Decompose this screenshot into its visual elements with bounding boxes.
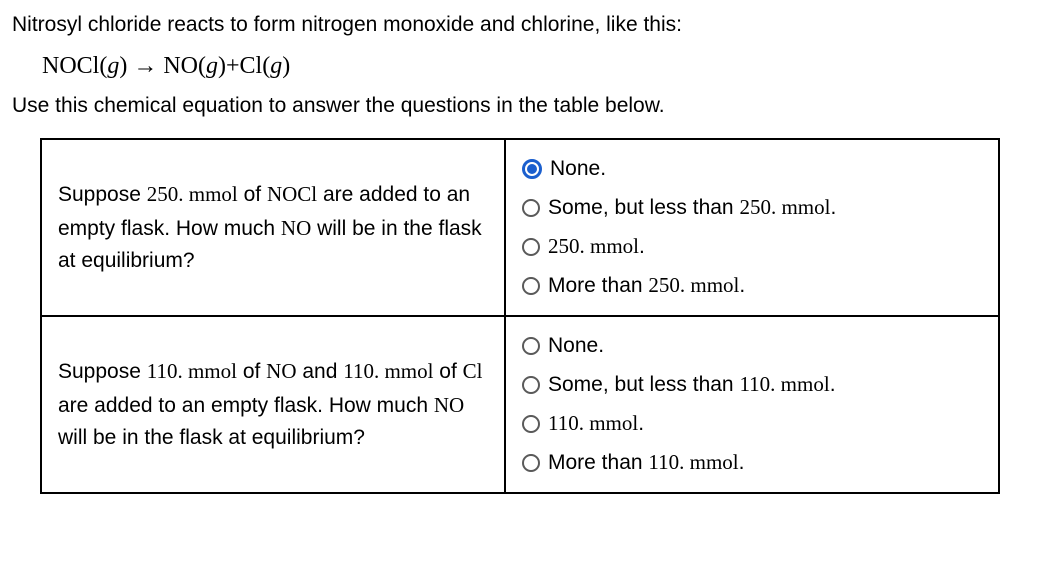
- radio-icon[interactable]: [522, 454, 540, 472]
- option[interactable]: Some, but less than 110. mmol.: [522, 365, 982, 404]
- question-prompt: Suppose 110. mmol of NO and 110. mmol of…: [41, 316, 505, 493]
- question-table: Suppose 250. mmol of NOCl are added to a…: [40, 138, 1000, 494]
- radio-icon[interactable]: [522, 199, 540, 217]
- table-row: Suppose 110. mmol of NO and 110. mmol of…: [41, 316, 999, 493]
- option[interactable]: Some, but less than 250. mmol.: [522, 188, 982, 227]
- option-label: 250. mmol.: [548, 234, 645, 259]
- option-label: None.: [550, 157, 606, 181]
- radio-icon[interactable]: [522, 337, 540, 355]
- option-label: More than 250. mmol.: [548, 273, 745, 298]
- option[interactable]: None.: [522, 150, 982, 188]
- table-row: Suppose 250. mmol of NOCl are added to a…: [41, 139, 999, 316]
- chemical-equation: NOCl(g) → NO(g)+Cl(g): [42, 53, 1036, 80]
- option[interactable]: None.: [522, 327, 982, 365]
- radio-icon[interactable]: [522, 159, 542, 179]
- option-label: 110. mmol.: [548, 411, 644, 436]
- option-label: Some, but less than 250. mmol.: [548, 195, 836, 220]
- option-label: More than 110. mmol.: [548, 450, 744, 475]
- intro-text: Nitrosyl chloride reacts to form nitroge…: [12, 10, 1036, 39]
- question-options: None. Some, but less than 250. mmol. 250…: [505, 139, 999, 316]
- radio-icon[interactable]: [522, 376, 540, 394]
- option[interactable]: 250. mmol.: [522, 227, 982, 266]
- question-options: None. Some, but less than 110. mmol. 110…: [505, 316, 999, 493]
- question-prompt: Suppose 250. mmol of NOCl are added to a…: [41, 139, 505, 316]
- radio-icon[interactable]: [522, 415, 540, 433]
- option-label: None.: [548, 334, 604, 358]
- option[interactable]: More than 250. mmol.: [522, 266, 982, 305]
- option[interactable]: More than 110. mmol.: [522, 443, 982, 482]
- radio-icon[interactable]: [522, 277, 540, 295]
- option[interactable]: 110. mmol.: [522, 404, 982, 443]
- option-label: Some, but less than 110. mmol.: [548, 372, 836, 397]
- radio-icon[interactable]: [522, 238, 540, 256]
- subintro-text: Use this chemical equation to answer the…: [12, 94, 1036, 118]
